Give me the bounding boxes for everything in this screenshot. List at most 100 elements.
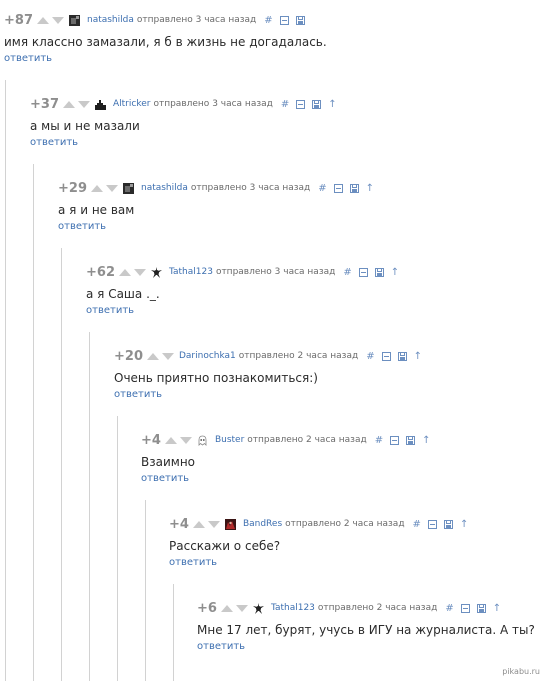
parent-arrow-icon[interactable]: ↑ [493, 603, 501, 614]
collapse-icon[interactable] [427, 519, 437, 529]
downvote-arrow-icon[interactable] [51, 16, 64, 24]
avatar[interactable] [94, 99, 106, 110]
save-icon[interactable] [374, 267, 384, 277]
upvote-arrow-icon[interactable] [164, 436, 177, 444]
parent-arrow-icon[interactable]: ↑ [414, 351, 422, 362]
permalink-hash[interactable]: # [318, 183, 326, 194]
thread-line [61, 248, 62, 681]
parent-arrow-icon[interactable]: ↑ [366, 183, 374, 194]
collapse-icon[interactable] [358, 267, 368, 277]
parent-arrow-icon[interactable]: ↑ [422, 435, 430, 446]
posted-time-value: 3 часа назад [212, 99, 273, 109]
permalink-hash[interactable]: # [445, 603, 453, 614]
save-icon[interactable] [476, 603, 486, 613]
save-icon[interactable] [397, 351, 407, 361]
permalink-hash[interactable]: # [366, 351, 374, 362]
reply-link[interactable]: ответить [86, 304, 399, 318]
parent-arrow-icon[interactable]: ↑ [328, 99, 336, 110]
downvote-arrow-icon[interactable] [105, 184, 118, 192]
upvote-arrow-icon[interactable] [146, 352, 159, 360]
upvote-arrow-icon[interactable] [62, 100, 75, 108]
upvote-arrow-icon[interactable] [118, 268, 131, 276]
posted-time: отправлено 2 часа назад [247, 435, 366, 445]
comment-meta: +4 Buster отправлено 2 часа назад # ↑ [141, 432, 430, 448]
save-icon[interactable] [295, 15, 305, 25]
avatar[interactable] [150, 266, 162, 278]
downvote-arrow-icon[interactable] [179, 436, 192, 444]
save-icon[interactable] [349, 183, 359, 193]
downvote-arrow-icon[interactable] [207, 520, 220, 528]
collapse-icon[interactable] [460, 603, 470, 613]
comment-3: +29 natashilda отправлено 3 часа назад #… [58, 180, 374, 234]
comment-meta: +29 natashilda отправлено 3 часа назад #… [58, 180, 374, 196]
thread-line [117, 416, 118, 681]
username-link[interactable]: Buster [215, 435, 244, 445]
posted-time: отправлено 2 часа назад [318, 603, 437, 613]
save-icon[interactable] [406, 435, 416, 445]
comment-1: +87 natashilda отправлено 3 часа назад #… [4, 12, 327, 66]
posted-label: отправлено [136, 15, 193, 25]
comment-text: а мы и не мазали [30, 119, 140, 133]
posted-label: отправлено [317, 603, 374, 613]
comment-meta: +62 Tathal123 отправлено 3 часа назад # … [86, 264, 399, 280]
avatar[interactable] [122, 182, 134, 194]
rating-score: +4 [141, 432, 161, 448]
reply-link[interactable]: ответить [141, 472, 430, 486]
avatar[interactable] [197, 435, 208, 446]
downvote-arrow-icon[interactable] [161, 352, 174, 360]
username-link[interactable]: Darinochka1 [179, 351, 236, 361]
save-icon[interactable] [312, 99, 322, 109]
comment-6: +4 Buster отправлено 2 часа назад # ↑ Вз… [141, 432, 430, 486]
username-link[interactable]: Tathal123 [169, 267, 213, 277]
reply-link[interactable]: ответить [58, 220, 374, 234]
downvote-arrow-icon[interactable] [77, 100, 90, 108]
comment-8: +6 Tathal123 отправлено 2 часа назад # ↑… [197, 600, 535, 654]
upvote-arrow-icon[interactable] [192, 520, 205, 528]
reply-link[interactable]: ответить [169, 556, 468, 570]
rating-score: +37 [30, 96, 59, 112]
avatar[interactable] [68, 14, 80, 26]
permalink-hash[interactable]: # [264, 15, 272, 26]
username-link[interactable]: Tathal123 [271, 603, 315, 613]
username-link[interactable]: Altricker [113, 99, 150, 109]
username-link[interactable]: natashilda [141, 183, 188, 193]
collapse-icon[interactable] [279, 15, 289, 25]
permalink-hash[interactable]: # [343, 267, 351, 278]
collapse-icon[interactable] [296, 99, 306, 109]
username-link[interactable]: natashilda [87, 15, 134, 25]
collapse-icon[interactable] [333, 183, 343, 193]
posted-label: отправлено [247, 435, 304, 445]
posted-time-value: 2 часа назад [306, 435, 367, 445]
permalink-hash[interactable]: # [281, 99, 289, 110]
comment-text: Взаимно [141, 455, 196, 469]
save-icon[interactable] [443, 519, 453, 529]
upvote-arrow-icon[interactable] [220, 604, 233, 612]
posted-time: отправлено 2 часа назад [285, 519, 404, 529]
posted-time-value: 3 часа назад [274, 267, 336, 277]
posted-label: отправлено [215, 267, 272, 277]
comment-meta: +4 BandRes отправлено 2 часа назад # ↑ [169, 516, 468, 532]
collapse-icon[interactable] [390, 435, 400, 445]
downvote-arrow-icon[interactable] [133, 268, 146, 276]
thread-line [33, 164, 34, 681]
collapse-icon[interactable] [381, 351, 391, 361]
avatar[interactable] [224, 518, 236, 530]
reply-link[interactable]: ответить [114, 388, 422, 402]
posted-time-value: 2 часа назад [297, 351, 359, 361]
posted-time: отправлено 3 часа назад [153, 99, 272, 109]
upvote-arrow-icon[interactable] [36, 16, 49, 24]
permalink-hash[interactable]: # [375, 435, 383, 446]
reply-link[interactable]: ответить [197, 640, 535, 654]
parent-arrow-icon[interactable]: ↑ [460, 519, 468, 530]
comment-4: +62 Tathal123 отправлено 3 часа назад # … [86, 264, 399, 318]
parent-arrow-icon[interactable]: ↑ [391, 267, 399, 278]
comment-5: +20 Darinochka1 отправлено 2 часа назад … [114, 348, 422, 402]
reply-link[interactable]: ответить [4, 52, 327, 66]
avatar[interactable] [252, 602, 264, 614]
permalink-hash[interactable]: # [413, 519, 421, 530]
reply-link[interactable]: ответить [30, 136, 337, 150]
rating-score: +87 [4, 12, 33, 28]
upvote-arrow-icon[interactable] [90, 184, 103, 192]
username-link[interactable]: BandRes [243, 519, 282, 529]
downvote-arrow-icon[interactable] [235, 604, 248, 612]
